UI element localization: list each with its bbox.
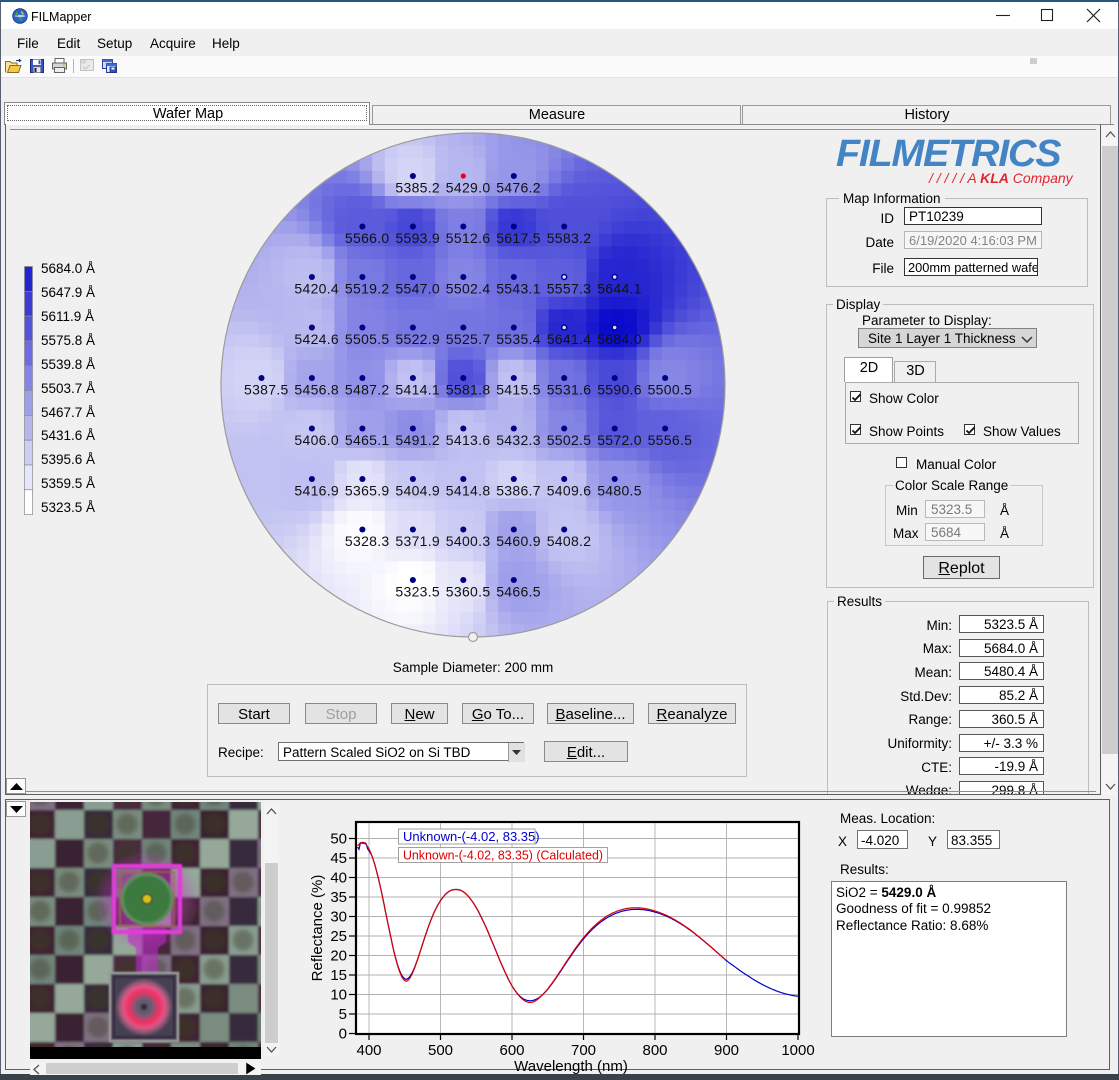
svg-text:Reflectance (%): Reflectance (%) (309, 875, 326, 982)
svg-text:20: 20 (330, 948, 347, 965)
svg-text:45: 45 (330, 850, 347, 867)
svg-text:1000: 1000 (781, 1042, 814, 1059)
svg-text:800: 800 (642, 1042, 667, 1059)
svg-text:10: 10 (330, 987, 347, 1004)
svg-text:Unknown-(-4.02, 83.35) (Calcul: Unknown-(-4.02, 83.35) (Calculated) (403, 848, 603, 863)
svg-text:50: 50 (330, 831, 347, 848)
svg-text:Unknown-(-4.02, 83.35): Unknown-(-4.02, 83.35) (403, 829, 540, 844)
svg-text:400: 400 (356, 1042, 381, 1059)
svg-text:25: 25 (330, 928, 347, 945)
svg-text:0: 0 (339, 1026, 347, 1043)
svg-text:15: 15 (330, 967, 347, 984)
svg-text:5: 5 (339, 1006, 347, 1023)
svg-text:600: 600 (499, 1042, 524, 1059)
svg-text:30: 30 (330, 909, 347, 926)
svg-text:500: 500 (428, 1042, 453, 1059)
svg-text:40: 40 (330, 870, 347, 887)
svg-text:Wavelength (nm): Wavelength (nm) (514, 1058, 628, 1075)
svg-text:700: 700 (571, 1042, 596, 1059)
svg-text:35: 35 (330, 889, 347, 906)
svg-text:900: 900 (714, 1042, 739, 1059)
